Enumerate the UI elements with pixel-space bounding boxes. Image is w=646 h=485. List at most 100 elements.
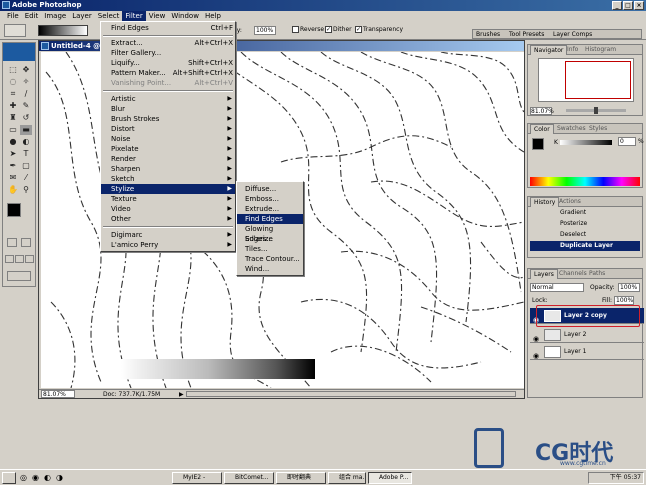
foreground-color-swatch[interactable] <box>7 203 21 217</box>
menu-item-render[interactable]: Render ▶ <box>101 154 235 164</box>
crop-icon[interactable]: ⌗ <box>7 89 19 99</box>
magic-wand-icon[interactable]: ✧ <box>20 77 32 87</box>
menu-item-video[interactable]: Video ▶ <box>101 204 235 214</box>
menu-item-diffuse[interactable]: Diffuse... <box>237 184 301 194</box>
history-item[interactable]: Posterize <box>530 219 640 229</box>
hand-icon[interactable]: ✋ <box>7 185 19 195</box>
dither-checkbox[interactable]: ✓ <box>325 26 332 33</box>
color-foreground-swatch[interactable] <box>532 138 544 150</box>
menu-item-stylize[interactable]: Stylize ▶ <box>101 184 235 194</box>
quick-mask-icon[interactable] <box>21 238 31 247</box>
eyedropper-icon[interactable]: ⁄ <box>20 173 32 183</box>
menu-item-blur[interactable]: Blur ▶ <box>101 104 235 114</box>
menu-item-extrude[interactable]: Extrude... <box>237 204 301 214</box>
tab-paths[interactable]: Paths <box>586 269 608 279</box>
lasso-icon[interactable]: ◌ <box>7 77 19 87</box>
layer-row[interactable]: ◉ Layer 2 <box>530 327 644 343</box>
tab-actions[interactable]: Actions <box>556 197 584 207</box>
palette-well-brushes[interactable]: Brushes <box>476 30 500 39</box>
start-button[interactable] <box>2 472 16 484</box>
menu-item-sharpen[interactable]: Sharpen ▶ <box>101 164 235 174</box>
layer-opacity-input[interactable]: 100% <box>618 283 640 292</box>
reverse-checkbox[interactable] <box>292 26 299 33</box>
menu-layer[interactable]: Layer <box>69 11 95 21</box>
history-item[interactable]: Gradient <box>530 208 640 218</box>
path-selection-icon[interactable]: ➤ <box>7 149 19 159</box>
layer-row[interactable]: ◉ Layer 1 <box>530 344 644 360</box>
tab-channels[interactable]: Channels <box>556 269 590 279</box>
minimize-button[interactable]: _ <box>612 1 622 10</box>
screen-mode-standard-icon[interactable] <box>5 255 14 263</box>
menu-item-pixelate[interactable]: Pixelate ▶ <box>101 144 235 154</box>
menu-help[interactable]: Help <box>202 11 224 21</box>
transparency-checkbox[interactable]: ✓ <box>355 26 362 33</box>
tab-histogram[interactable]: Histogram <box>582 45 619 55</box>
standard-mode-icon[interactable] <box>7 238 17 247</box>
tab-swatches[interactable]: Swatches <box>554 124 589 134</box>
screen-mode-full-icon[interactable] <box>25 255 34 263</box>
blend-mode-select[interactable]: Normal <box>530 283 584 292</box>
menu-item-digimarc[interactable]: Digimarc ▶ <box>101 230 235 240</box>
tab-history[interactable]: History <box>530 197 560 207</box>
brush-icon[interactable]: ✎ <box>20 101 32 111</box>
menu-item-extract[interactable]: Extract... Alt+Ctrl+X <box>101 38 233 48</box>
tab-color[interactable]: Color <box>530 124 554 134</box>
menu-view[interactable]: View <box>146 11 169 21</box>
menu-item-filter-gallery[interactable]: Filter Gallery... <box>101 48 233 58</box>
menu-item-liquify[interactable]: Liquify... Shift+Ctrl+X <box>101 58 233 68</box>
type-icon[interactable]: T <box>20 149 32 159</box>
quicklaunch-icon[interactable]: ◐ <box>44 473 51 482</box>
menu-file[interactable]: File <box>4 11 22 21</box>
menu-item-find-edges[interactable]: Find Edges <box>237 214 303 224</box>
menu-item-pattern-maker[interactable]: Pattern Maker... Alt+Shift+Ctrl+X <box>101 68 233 78</box>
menu-item-noise[interactable]: Noise ▶ <box>101 134 235 144</box>
status-menu-arrow-icon[interactable]: ▶ <box>179 390 184 399</box>
visibility-eye-icon[interactable]: ◉ <box>533 348 539 364</box>
quicklaunch-icon[interactable]: ◎ <box>20 473 27 482</box>
gradient-tool-preset[interactable] <box>4 24 26 37</box>
menu-item-other[interactable]: Other ▶ <box>101 214 235 224</box>
palette-well-layer-comps[interactable]: Layer Comps <box>553 30 592 39</box>
screen-mode-full-menu-icon[interactable] <box>15 255 24 263</box>
notes-icon[interactable]: ✉ <box>7 173 19 183</box>
menu-image[interactable]: Image <box>41 11 69 21</box>
system-tray-clock[interactable]: 下午 05:37 <box>588 472 644 484</box>
gradient-icon[interactable]: ▬ <box>20 125 32 135</box>
eraser-icon[interactable]: ▭ <box>7 125 19 135</box>
navigator-view-box[interactable] <box>565 61 631 99</box>
dodge-icon[interactable]: ◐ <box>20 137 32 147</box>
maximize-button[interactable]: □ <box>623 1 633 10</box>
navigator-slider-handle[interactable] <box>594 107 598 114</box>
menu-edit[interactable]: Edit <box>22 11 42 21</box>
menu-filter[interactable]: Filter <box>122 11 146 21</box>
gradient-picker[interactable] <box>38 25 88 36</box>
palette-well-tool-presets[interactable]: Tool Presets <box>509 30 544 39</box>
k-value-input[interactable]: 0 <box>618 137 636 146</box>
menu-item-find-edges-last[interactable]: Find Edges Ctrl+F <box>101 23 233 33</box>
move-icon[interactable]: ✥ <box>20 65 32 75</box>
task-myie2[interactable]: MyIE2 - <box>172 472 222 484</box>
opacity-input[interactable]: 100% <box>254 26 276 35</box>
menu-item-trace-contour[interactable]: Trace Contour... <box>237 254 301 264</box>
close-button[interactable]: × <box>634 1 644 10</box>
history-item-active[interactable]: Duplicate Layer <box>530 241 640 251</box>
horizontal-scrollbar[interactable] <box>186 391 516 397</box>
pen-icon[interactable]: ✒ <box>7 161 19 171</box>
slice-icon[interactable]: ∕ <box>20 89 32 99</box>
zoom-icon[interactable]: ⚲ <box>20 185 32 195</box>
clone-stamp-icon[interactable]: ♜ <box>7 113 19 123</box>
menu-item-brush-strokes[interactable]: Brush Strokes ▶ <box>101 114 235 124</box>
menu-select[interactable]: Select <box>95 11 123 21</box>
healing-brush-icon[interactable]: ✚ <box>7 101 19 111</box>
marquee-icon[interactable]: ⬚ <box>7 65 19 75</box>
tab-styles[interactable]: Styles <box>586 124 610 134</box>
jump-to-imageready-icon[interactable] <box>7 271 31 281</box>
tab-layers[interactable]: Layers <box>530 269 558 279</box>
color-spectrum-bar[interactable] <box>530 177 640 186</box>
menu-item-glowing-edges[interactable]: Glowing Edges... <box>237 224 301 243</box>
task-bitcomet[interactable]: BitComet... <box>224 472 274 484</box>
tab-info[interactable]: Info <box>564 45 581 55</box>
menu-item-lamico-perry[interactable]: L'amico Perry ▶ <box>101 240 235 250</box>
adobe-online-icon[interactable] <box>3 43 35 61</box>
blur-icon[interactable]: ● <box>7 137 19 147</box>
